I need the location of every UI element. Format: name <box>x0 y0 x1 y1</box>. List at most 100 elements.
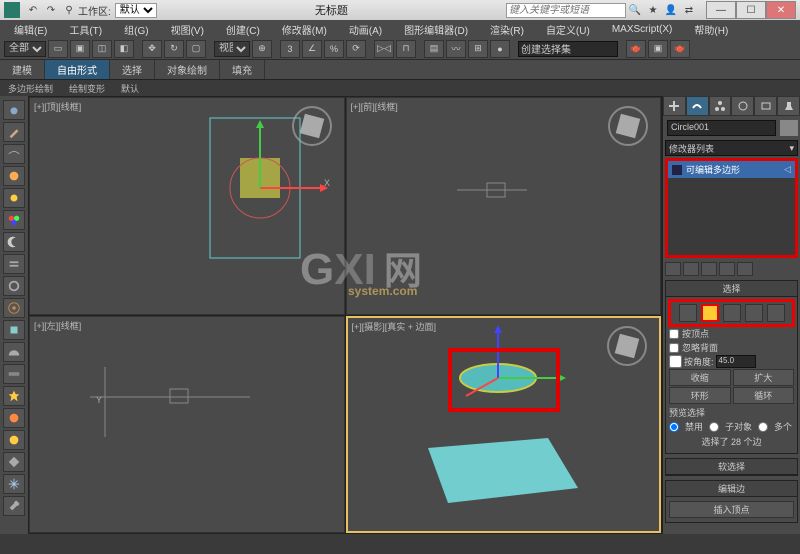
menu-group[interactable]: 组(G) <box>114 22 158 37</box>
subtab-default[interactable]: 默认 <box>113 82 147 95</box>
render-icon[interactable]: 🫖 <box>670 40 690 58</box>
rollout-soft-header[interactable]: 软选择 <box>666 459 797 475</box>
render-frame-icon[interactable]: ▣ <box>648 40 668 58</box>
link-icon[interactable]: ⚲ <box>60 2 78 18</box>
dome-icon[interactable] <box>3 342 25 362</box>
btn-insert-vertex[interactable]: 插入顶点 <box>669 501 794 518</box>
material-editor-icon[interactable]: ● <box>490 40 510 58</box>
redo-icon[interactable]: ↷ <box>42 2 60 18</box>
undo-icon[interactable]: ↶ <box>24 2 42 18</box>
angle-spinner[interactable]: 45.0 <box>716 355 756 368</box>
sun-icon[interactable] <box>3 188 25 208</box>
menu-tools[interactable]: 工具(T) <box>59 22 112 37</box>
viewport-top[interactable]: [+][顶][线框] X <box>29 97 345 315</box>
tab-populate[interactable]: 填充 <box>220 60 265 79</box>
subobj-edge[interactable] <box>701 304 719 322</box>
filter-dropdown[interactable]: 全部 <box>4 41 46 57</box>
object-color-swatch[interactable] <box>780 120 798 136</box>
rgb-icon[interactable] <box>3 210 25 230</box>
menu-render[interactable]: 渲染(R) <box>480 22 534 37</box>
subobj-element[interactable] <box>767 304 785 322</box>
ring-icon[interactable] <box>3 276 25 296</box>
moon-icon[interactable] <box>3 232 25 252</box>
minimize-button[interactable]: — <box>706 1 736 19</box>
tab-hierarchy-icon[interactable] <box>709 96 732 116</box>
star-icon[interactable]: ★ <box>644 2 662 18</box>
menu-modifiers[interactable]: 修改器(M) <box>272 22 337 37</box>
tab-selection[interactable]: 选择 <box>110 60 155 79</box>
viewport-front[interactable]: [+][前][线框] <box>346 97 662 315</box>
layers-icon[interactable] <box>3 254 25 274</box>
selection-set-input[interactable] <box>518 41 618 57</box>
select-icon[interactable]: ▭ <box>48 40 68 58</box>
teapot-icon[interactable] <box>3 100 25 120</box>
move-icon[interactable]: ✥ <box>142 40 162 58</box>
tab-modeling[interactable]: 建模 <box>0 60 45 79</box>
pin-stack-icon[interactable] <box>665 262 681 276</box>
rollout-edit-edge-header[interactable]: 编辑边 <box>666 481 797 497</box>
close-button[interactable]: ✕ <box>766 1 796 19</box>
target-icon[interactable] <box>3 298 25 318</box>
subobj-polygon[interactable] <box>745 304 763 322</box>
curve-editor-icon[interactable]: 〰 <box>446 40 466 58</box>
spinner-snap-icon[interactable]: ⟳ <box>346 40 366 58</box>
rollout-selection-header[interactable]: 选择 <box>666 281 797 297</box>
menu-maxscript[interactable]: MAXScript(X) <box>602 24 683 35</box>
yellow-sphere-icon[interactable] <box>3 430 25 450</box>
rb-multi[interactable] <box>758 422 768 432</box>
btn-loop[interactable]: 循环 <box>733 387 795 404</box>
brush-icon[interactable] <box>3 122 25 142</box>
viewport-perspective[interactable]: [+][摄影][真实 + 边面] <box>346 316 662 534</box>
search-input[interactable] <box>506 3 626 18</box>
snap-icon[interactable]: 3 <box>280 40 300 58</box>
menu-customize[interactable]: 自定义(U) <box>536 22 600 37</box>
align-icon[interactable]: ⊓ <box>396 40 416 58</box>
chk-by-vertex[interactable] <box>669 329 679 339</box>
btn-shrink[interactable]: 收缩 <box>669 369 731 386</box>
schematic-icon[interactable]: ⊞ <box>468 40 488 58</box>
select-region-icon[interactable]: ◫ <box>92 40 112 58</box>
cable-icon[interactable] <box>3 144 25 164</box>
menu-help[interactable]: 帮助(H) <box>684 22 738 37</box>
menu-graph[interactable]: 图形编辑器(D) <box>394 22 478 37</box>
menu-edit[interactable]: 编辑(E) <box>4 22 57 37</box>
user-icon[interactable]: 👤 <box>662 2 680 18</box>
btn-ring[interactable]: 环形 <box>669 387 731 404</box>
subobj-border[interactable] <box>723 304 741 322</box>
tab-object-paint[interactable]: 对象绘制 <box>155 60 220 79</box>
mirror-icon[interactable]: ▷◁ <box>374 40 394 58</box>
orange-sphere-icon[interactable] <box>3 408 25 428</box>
wrench-icon[interactable] <box>3 496 25 516</box>
tab-modify-icon[interactable] <box>686 96 709 116</box>
btn-grow[interactable]: 扩大 <box>733 369 795 386</box>
stack-item-editable-poly[interactable]: 可编辑多边形 ◁ <box>668 161 795 178</box>
select-name-icon[interactable]: ▣ <box>70 40 90 58</box>
tab-utilities-icon[interactable] <box>777 96 800 116</box>
remove-mod-icon[interactable] <box>719 262 735 276</box>
subtab-polydraw[interactable]: 多边形绘制 <box>0 82 61 95</box>
layer-icon[interactable]: ▤ <box>424 40 444 58</box>
rotate-icon[interactable]: ↻ <box>164 40 184 58</box>
menu-view[interactable]: 视图(V) <box>161 22 214 37</box>
snowflake-icon[interactable] <box>3 474 25 494</box>
window-crossing-icon[interactable]: ◧ <box>114 40 134 58</box>
exchange-icon[interactable]: ⇄ <box>680 2 698 18</box>
chk-ignore-back[interactable] <box>669 343 679 353</box>
percent-snap-icon[interactable]: % <box>324 40 344 58</box>
object-name-field[interactable]: Circle001 <box>667 120 776 136</box>
menu-animation[interactable]: 动画(A) <box>339 22 392 37</box>
config-icon[interactable] <box>737 262 753 276</box>
workspace-dropdown[interactable]: 默认 <box>115 3 157 18</box>
viewport-left[interactable]: [+][左][线框] Y <box>29 316 345 534</box>
cube-icon[interactable] <box>3 320 25 340</box>
menu-create[interactable]: 创建(C) <box>216 22 270 37</box>
sphere-icon[interactable] <box>3 166 25 186</box>
gradient-icon[interactable] <box>3 364 25 384</box>
modifier-list-dropdown[interactable]: 修改器列表▾ <box>665 140 798 156</box>
tab-freeform[interactable]: 自由形式 <box>45 60 110 79</box>
subtab-paintdeform[interactable]: 绘制变形 <box>61 82 113 95</box>
help-icon[interactable]: 🔍 <box>626 2 644 18</box>
rb-disable[interactable] <box>669 422 679 432</box>
angle-snap-icon[interactable]: ∠ <box>302 40 322 58</box>
unique-icon[interactable] <box>701 262 717 276</box>
